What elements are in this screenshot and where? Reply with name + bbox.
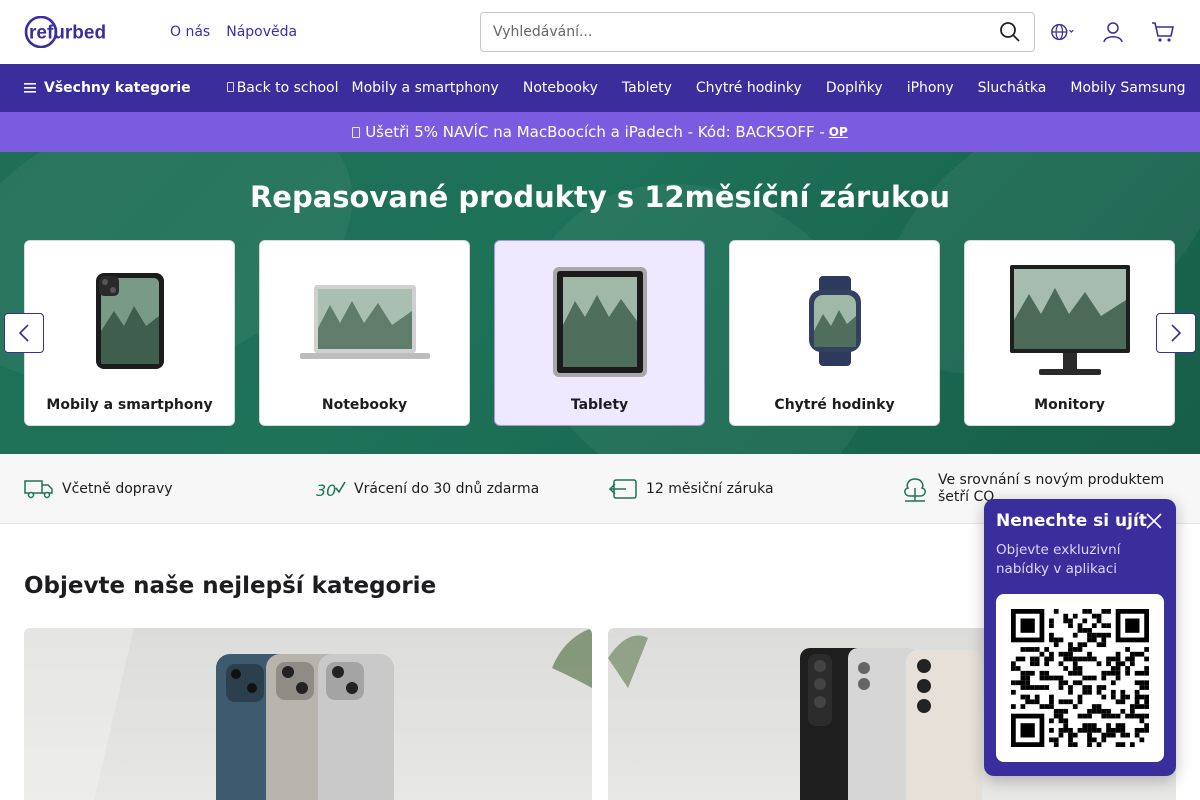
catnav-item-tablets[interactable]: Tablety bbox=[622, 80, 672, 96]
qr-code[interactable] bbox=[996, 594, 1164, 762]
usp-shipping: Včetně dopravy bbox=[24, 478, 173, 500]
catnav-item-accessories[interactable]: Doplňky bbox=[826, 80, 883, 96]
header-icons bbox=[1050, 20, 1176, 44]
category-card-label: Chytré hodinky bbox=[774, 397, 895, 413]
catnav-item-phones[interactable]: Mobily a smartphony bbox=[352, 80, 499, 96]
popup-subtitle: Objevte exkluzivní nabídky v aplikaci bbox=[996, 542, 1121, 577]
category-card-label: Mobily a smartphony bbox=[46, 397, 213, 413]
app-promo-popup: Nenechte si ujít Objevte exkluzivní nabí… bbox=[984, 499, 1176, 776]
search-input[interactable] bbox=[493, 24, 998, 40]
usp-label: Vrácení do 30 dnů zdarma bbox=[354, 480, 540, 497]
search-box[interactable] bbox=[480, 12, 1035, 52]
close-icon[interactable] bbox=[1146, 513, 1162, 529]
category-carousel: Mobily a smartphony Notebooky Tablety Ch… bbox=[24, 240, 1175, 426]
catnav-item-notebooks[interactable]: Notebooky bbox=[523, 80, 598, 96]
language-globe-icon[interactable] bbox=[1050, 20, 1076, 44]
category-card-label: Notebooky bbox=[321, 397, 408, 413]
backpack-icon bbox=[226, 82, 234, 92]
all-categories-button[interactable]: Všechny kategorie bbox=[24, 80, 191, 96]
section-title: Objevte naše nejlepší kategorie bbox=[24, 573, 437, 599]
delivery-truck-icon bbox=[24, 479, 53, 498]
cart-icon[interactable] bbox=[1150, 20, 1176, 44]
carousel-prev-button[interactable] bbox=[4, 313, 44, 353]
popup-title: Nenechte si ujít bbox=[996, 511, 1147, 531]
about-link[interactable]: O nás bbox=[170, 24, 210, 40]
category-card-smartwatches[interactable]: Chytré hodinky bbox=[729, 240, 940, 426]
top-header: refurbed O nás Nápověda bbox=[0, 0, 1200, 64]
help-link[interactable]: Nápověda bbox=[226, 24, 297, 40]
usp-returns: 30 Vrácení do 30 dnů zdarma bbox=[316, 478, 539, 500]
tablet-image bbox=[552, 267, 647, 377]
iphones-image bbox=[24, 628, 592, 800]
category-card-notebooks[interactable]: Notebooky bbox=[259, 240, 470, 426]
category-card-phones[interactable]: Mobily a smartphony bbox=[24, 240, 235, 426]
hamburger-menu-icon bbox=[24, 83, 36, 93]
carousel-next-button[interactable] bbox=[1156, 313, 1196, 353]
hero-banner: Repasované produkty s 12měsíční zárukou … bbox=[0, 152, 1200, 454]
chevron-right-icon bbox=[1171, 324, 1182, 342]
usp-label: Včetně dopravy bbox=[62, 480, 173, 497]
category-card-label: Tablety bbox=[570, 397, 629, 413]
svg-text:30: 30 bbox=[316, 481, 336, 500]
hero-title: Repasované produkty s 12měsíční zárukou bbox=[249, 180, 951, 214]
category-card-label: Monitory bbox=[1034, 397, 1105, 413]
all-categories-label: Všechny kategorie bbox=[44, 80, 191, 96]
category-banner-iphones[interactable] bbox=[24, 628, 592, 800]
qr-code-image bbox=[1011, 609, 1149, 747]
promo-banner: Ušetři 5% NAVÍC na MacBoocích a iPadech … bbox=[0, 112, 1200, 152]
refurbed-logo[interactable]: refurbed bbox=[24, 16, 134, 48]
account-user-icon[interactable] bbox=[1100, 20, 1126, 44]
chevron-left-icon bbox=[18, 324, 29, 342]
promo-text: Ušetři 5% NAVÍC na MacBoocích a iPadech … bbox=[365, 123, 825, 141]
category-nav: Všechny kategorie Back to school Mobily … bbox=[0, 64, 1200, 112]
category-card-monitors[interactable]: Monitory bbox=[964, 240, 1175, 426]
return-arrow-icon bbox=[608, 478, 637, 499]
laptop-image bbox=[299, 285, 430, 359]
thirty-days-check-icon: 30 bbox=[316, 481, 346, 500]
catnav-item-samsung[interactable]: Mobily Samsung bbox=[1070, 80, 1185, 96]
tree-icon bbox=[904, 477, 926, 502]
smartphone-image bbox=[95, 273, 164, 369]
monitor-image bbox=[1009, 265, 1130, 375]
catnav-item-smartwatches[interactable]: Chytré hodinky bbox=[696, 80, 802, 96]
brand-wordmark: refurbed bbox=[29, 23, 106, 44]
search-icon[interactable] bbox=[998, 20, 1022, 44]
catnav-item-headphones[interactable]: Sluchátka bbox=[978, 80, 1047, 96]
usp-label: 12 měsiční záruka bbox=[646, 480, 774, 497]
smartwatch-image bbox=[808, 276, 861, 366]
tag-icon bbox=[352, 126, 361, 138]
usp-warranty: 12 měsiční záruka bbox=[608, 478, 774, 500]
category-card-tablets[interactable]: Tablety bbox=[494, 240, 705, 426]
promo-link[interactable]: OP bbox=[829, 125, 848, 139]
catnav-item-iphones[interactable]: iPhony bbox=[907, 80, 954, 96]
catnav-item-label: Back to school bbox=[236, 80, 339, 96]
catnav-item-back-to-school[interactable]: Back to school bbox=[226, 80, 339, 96]
top-links: O nás Nápověda bbox=[170, 24, 297, 40]
